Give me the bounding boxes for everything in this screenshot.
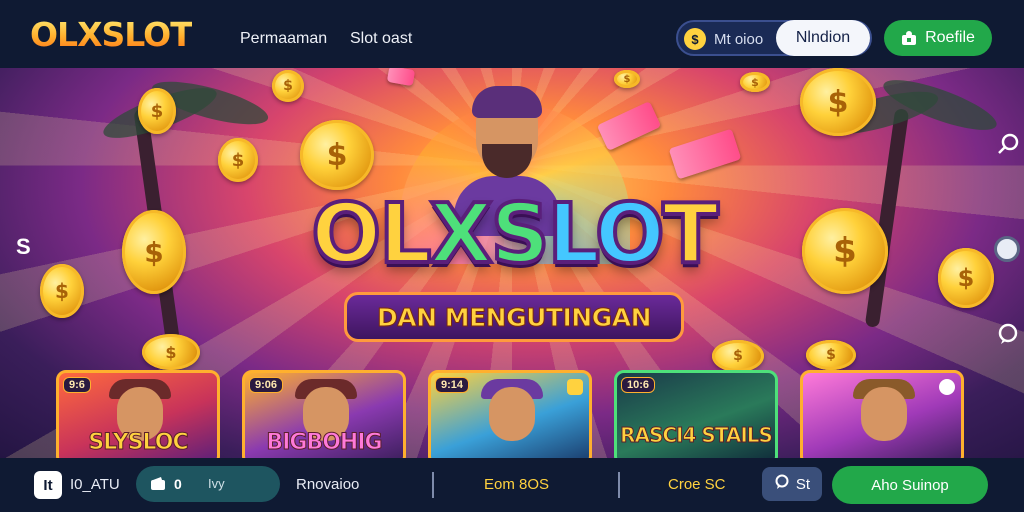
- coin-icon: $: [614, 70, 640, 88]
- card-badge: 9:6: [63, 377, 91, 393]
- divider: [432, 472, 434, 498]
- hero-title-part: LO: [546, 187, 667, 282]
- coin-icon: $: [272, 70, 304, 102]
- subtitle-banner: DAN MENGUTINGAN: [344, 292, 684, 342]
- coin-icon: $: [300, 120, 374, 190]
- page: OLXSLOT Permaaman Slot oast $ Mt oioo Nl…: [0, 0, 1024, 512]
- search-text: Mt oioo: [714, 31, 764, 48]
- login-button[interactable]: Nlndion: [776, 20, 870, 56]
- coin-icon: $: [40, 264, 84, 318]
- bottom-link-rnovaioo[interactable]: Rnovaioo: [296, 476, 359, 494]
- account-search-pill[interactable]: $ Mt oioo Nlndion: [676, 20, 872, 56]
- coin-icon: $: [142, 334, 200, 370]
- game-card[interactable]: 10:6 RASCI4 STAILS: [614, 370, 778, 458]
- account-label: I0_ATU: [70, 476, 120, 493]
- coin-icon: $: [712, 340, 764, 372]
- game-card[interactable]: [800, 370, 964, 458]
- top-nav: OLXSLOT Permaaman Slot oast $ Mt oioo Nl…: [0, 0, 1024, 68]
- chat-icon[interactable]: [996, 322, 1020, 352]
- hero-banner[interactable]: $ $ $ $ $ $ $ $ $ $ $ $ $ $ OLXSLOT DAN …: [0, 68, 1024, 458]
- balance-number: 0: [174, 476, 182, 492]
- search-icon[interactable]: [996, 132, 1020, 162]
- coin-icon: $: [740, 72, 770, 92]
- nav-link-permaaman[interactable]: Permaaman: [240, 30, 327, 48]
- card-badge: 9:14: [435, 377, 470, 393]
- hero-title: OLXSLOT: [244, 192, 784, 278]
- info-icon[interactable]: [939, 379, 955, 395]
- next-slide-button[interactable]: [994, 236, 1020, 262]
- bottom-link-croe[interactable]: Croe SC: [668, 476, 726, 494]
- card-badge: 9:06: [249, 377, 284, 393]
- hero-title-part: XS: [427, 187, 551, 282]
- card-title: BIGBOHIG: [266, 430, 383, 456]
- card-title: RASCI4 STAILS: [620, 423, 774, 447]
- chat-icon: [774, 474, 790, 494]
- previous-slide-button[interactable]: S: [16, 234, 31, 260]
- profile-button[interactable]: Roefile: [884, 20, 992, 56]
- balance-pill[interactable]: 0 Ivy: [136, 466, 280, 502]
- coin-icon: $: [122, 210, 186, 294]
- bottom-bar: It I0_ATU 0 Ivy Rnovaioo Eom 8OS Croe SC…: [0, 458, 1024, 512]
- profile-icon: [901, 30, 917, 46]
- card-character: [861, 387, 907, 441]
- wallet-icon: [150, 476, 166, 492]
- hero-title-part: T: [661, 187, 721, 282]
- card-character: [489, 387, 535, 441]
- hero-subtitle: DAN MENGUTINGAN: [377, 303, 653, 333]
- bonus-icon: [567, 379, 583, 395]
- coin-icon: $: [938, 248, 994, 308]
- coin-icon: $: [806, 340, 856, 370]
- coin-icon: $: [684, 28, 706, 50]
- card-title: SLYSLOC: [88, 430, 189, 456]
- app-logo-icon[interactable]: It: [34, 471, 62, 499]
- game-card[interactable]: 9:14: [428, 370, 592, 458]
- game-card[interactable]: 9:06 BIGBOHIG: [242, 370, 406, 458]
- site-logo[interactable]: OLXSLOT: [30, 18, 193, 51]
- profile-label: Roefile: [925, 29, 975, 46]
- coin-icon: $: [218, 138, 258, 182]
- card-badge: 10:6: [621, 377, 656, 393]
- chat-label: St: [795, 475, 811, 493]
- coin-icon: $: [800, 68, 876, 136]
- nav-link-slot[interactable]: Slot oast: [350, 30, 412, 48]
- signup-button[interactable]: Aho Suinop: [832, 466, 988, 504]
- bottom-link-eom[interactable]: Eom 8OS: [484, 476, 549, 494]
- divider: [618, 472, 620, 498]
- chat-button[interactable]: St: [762, 467, 822, 501]
- hero-title-part: OL: [309, 187, 433, 282]
- coin-icon: $: [138, 88, 176, 134]
- game-card[interactable]: 9:6 SLYSLOC: [56, 370, 220, 458]
- coin-icon: $: [802, 208, 888, 294]
- mascot-hair: [472, 86, 542, 118]
- balance-text: Ivy: [208, 476, 225, 491]
- mascot-beard: [482, 144, 532, 178]
